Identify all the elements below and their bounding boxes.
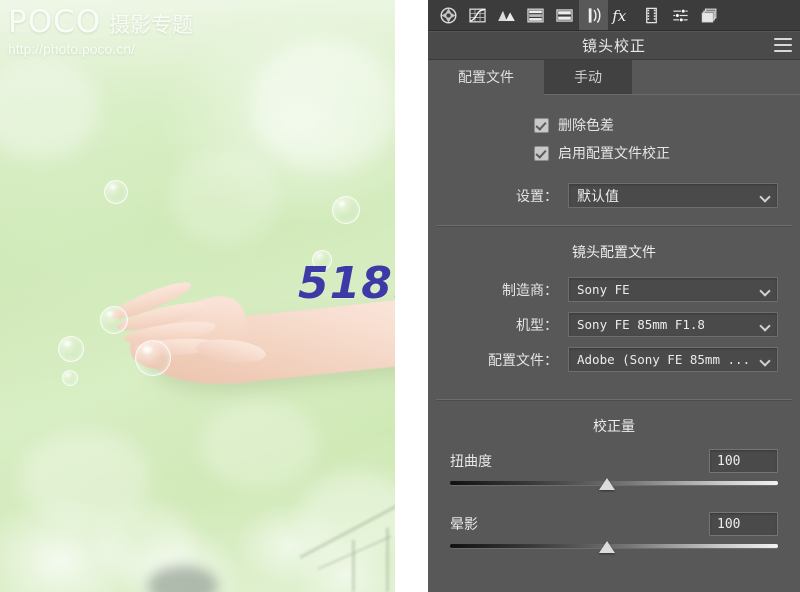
railing-post — [352, 540, 355, 592]
detail-mountains-icon — [498, 10, 515, 21]
soap-bubble — [100, 306, 128, 334]
soap-bubble — [62, 370, 78, 386]
lens-correction-icon-button[interactable] — [579, 0, 608, 30]
camera-calibration-icon — [673, 8, 688, 22]
aperture-basic-icon-button[interactable] — [434, 0, 463, 30]
app-screenshot: POCO 摄影专题 http://photo.poco.cn/ 518967 — [0, 0, 800, 592]
soap-bubble — [135, 340, 171, 376]
chevron-down-icon — [761, 193, 770, 199]
lens-model-row: 机型： Sony FE 85mm F1.8 — [428, 307, 800, 342]
lens-make-value: Sony FE — [577, 282, 630, 297]
settings-row: 设置： 默认值 — [428, 173, 800, 213]
railing-bar — [299, 504, 395, 559]
checkbox-checked-icon[interactable] — [534, 117, 549, 133]
soap-bubble — [58, 336, 84, 362]
slider-vignetting-value: 100 — [717, 516, 741, 532]
slider-distortion-value-box[interactable]: 100 — [709, 449, 778, 473]
tab-manual[interactable]: 手动 — [544, 60, 632, 94]
page-title: 镜头校正 — [581, 37, 646, 55]
presets-stack-icon-button[interactable] — [695, 0, 724, 30]
develop-module-toolbar[interactable]: fx — [428, 0, 800, 31]
split-toning-icon-button[interactable] — [550, 0, 579, 30]
soap-bubble — [104, 180, 128, 204]
lens-profile-row: 配置文件： Adobe (Sony FE 85mm ... — [428, 342, 800, 377]
section-divider — [436, 399, 792, 401]
correction-amount-section-title: 校正量 — [593, 418, 635, 434]
watermark-url: http://photo.poco.cn/ — [8, 41, 135, 57]
poco-watermark: POCO 摄影专题 http://photo.poco.cn/ — [8, 4, 193, 57]
slider-vignetting-label: 晕影 — [450, 516, 478, 532]
slider-vignetting-thumb[interactable] — [599, 541, 616, 553]
foreground-object — [148, 566, 218, 592]
bokeh-blob — [0, 60, 100, 160]
lens-make-row: 制造商： Sony FE — [428, 272, 800, 307]
lens-model-select[interactable]: Sony FE 85mm F1.8 — [568, 312, 778, 337]
photo-id-overlay: 518967 — [298, 258, 395, 309]
lens-model-value: Sony FE 85mm F1.8 — [577, 317, 705, 332]
presets-stack-icon — [701, 8, 717, 22]
lens-profile-label: 配置文件： — [488, 351, 558, 368]
checkbox-label: 删除色差 — [558, 117, 614, 133]
chevron-down-icon — [761, 287, 770, 293]
checkbox-label: 启用配置文件校正 — [558, 145, 670, 161]
panel-title-bar: 镜头校正 — [428, 31, 800, 60]
effects-fx-icon: fx — [611, 7, 627, 25]
lens-profile-value: Adobe (Sony FE 85mm ... — [577, 352, 751, 367]
watermark-subtitle: 摄影专题 — [109, 14, 194, 37]
slider-vignetting-value-box[interactable]: 100 — [709, 512, 778, 536]
soap-bubble — [332, 196, 360, 224]
lens-model-label: 机型： — [516, 316, 558, 333]
tone-curve-icon — [469, 8, 486, 22]
slider-distortion: 扭曲度 100 — [428, 446, 800, 490]
svg-text:fx: fx — [611, 7, 627, 25]
bokeh-blob — [170, 150, 280, 245]
lens-profile-select[interactable]: Adobe (Sony FE 85mm ... — [568, 347, 778, 372]
checkbox-enable-profile-corrections[interactable]: 启用配置文件校正 — [534, 139, 800, 167]
checkbox-remove-chromatic-aberration[interactable]: 删除色差 — [534, 111, 800, 139]
slider-distortion-value: 100 — [717, 453, 741, 469]
lens-correction-icon — [588, 7, 601, 23]
chevron-down-icon — [761, 357, 770, 363]
lens-correction-panel: fx 镜头校正 配置文件 手动 删除色差 启用配置文件校正 设置： 默认值 镜头… — [428, 0, 800, 592]
lens-make-select[interactable]: Sony FE — [568, 277, 778, 302]
effects-fx-icon-button[interactable]: fx — [608, 0, 637, 30]
bokeh-blob — [200, 400, 320, 490]
split-toning-icon — [556, 8, 573, 22]
section-divider — [436, 225, 792, 227]
chevron-down-icon — [761, 322, 770, 328]
slider-vignetting: 晕影 100 — [428, 509, 800, 553]
lens-make-label: 制造商： — [502, 281, 558, 298]
panel-body: 删除色差 启用配置文件校正 设置： 默认值 镜头配置文件 制造商： Sony F… — [428, 95, 800, 553]
settings-select-value: 默认值 — [577, 187, 619, 204]
detail-mountains-icon-button[interactable] — [492, 0, 521, 30]
settings-label: 设置： — [516, 187, 558, 204]
tab-profile[interactable]: 配置文件 — [428, 60, 544, 95]
film-strip-icon-button[interactable] — [637, 0, 666, 30]
white-gutter — [395, 0, 428, 592]
hsl-grayscale-icon-button[interactable] — [521, 0, 550, 30]
lens-profile-section-title: 镜头配置文件 — [572, 244, 656, 260]
hamburger-menu-icon[interactable] — [774, 38, 792, 52]
bokeh-blob — [95, 505, 195, 580]
aperture-basic-icon — [440, 7, 457, 23]
film-strip-icon — [646, 7, 657, 23]
settings-select[interactable]: 默认值 — [568, 183, 778, 208]
checkbox-group: 删除色差 启用配置文件校正 — [428, 95, 800, 173]
camera-calibration-icon-button[interactable] — [666, 0, 695, 30]
watermark-brand: POCO — [8, 4, 102, 40]
bokeh-blob — [20, 430, 150, 525]
hsl-grayscale-icon — [527, 8, 544, 22]
slider-vignetting-track[interactable] — [450, 541, 778, 553]
tone-curve-icon-button[interactable] — [463, 0, 492, 30]
slider-distortion-track[interactable] — [450, 478, 778, 490]
slider-distortion-thumb[interactable] — [599, 478, 616, 490]
checkbox-checked-icon[interactable] — [534, 145, 549, 161]
slider-distortion-label: 扭曲度 — [450, 453, 492, 469]
panel-tabs[interactable]: 配置文件 手动 — [428, 60, 800, 95]
photo-preview[interactable]: POCO 摄影专题 http://photo.poco.cn/ 518967 — [0, 0, 395, 592]
bokeh-blob — [250, 40, 395, 170]
